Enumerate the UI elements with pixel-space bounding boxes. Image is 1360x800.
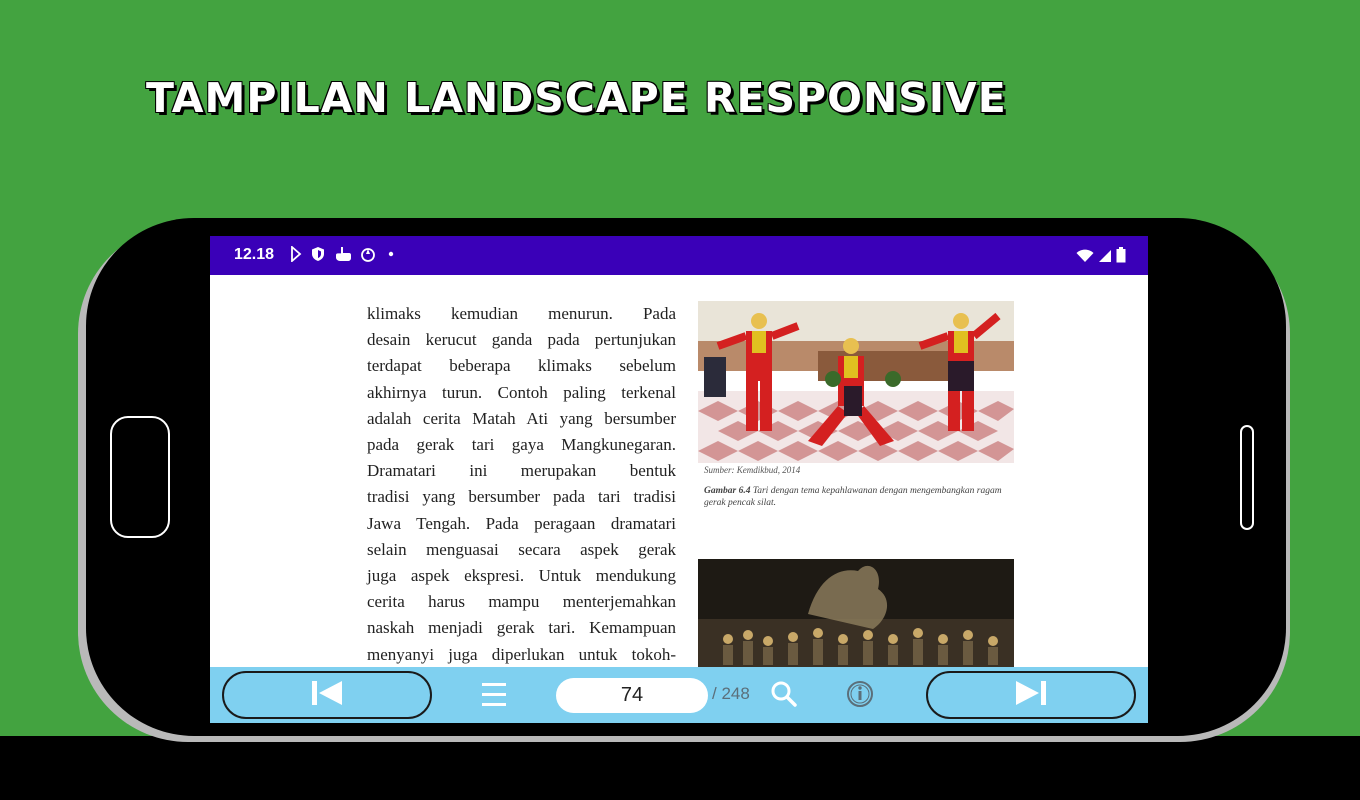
text-line: juga aspek ekspresi. Untuk mendukung bbox=[367, 566, 676, 586]
figure-caption-label: Gambar 6.4 bbox=[704, 486, 751, 496]
figure-source: Sumber: Kemdikbud, 2014 bbox=[704, 465, 801, 475]
search-icon[interactable] bbox=[770, 680, 798, 712]
text-line: adalah cerita Matah Ati yang bersumber bbox=[367, 408, 676, 428]
reader-page[interactable]: klimaks kemudian menurun. Pada desain ke… bbox=[210, 275, 1148, 669]
text-line: desain kerucut ganda pada pertunjukan bbox=[367, 330, 676, 350]
stage-performance-photo bbox=[698, 559, 1014, 669]
phone-screen: 12.18 klimaks kemudian menurun. Pada des… bbox=[210, 236, 1148, 723]
menu-icon[interactable] bbox=[482, 682, 506, 712]
skip-next-icon bbox=[1014, 679, 1048, 711]
text-line: Jawa Tengah. Pada peragaan dramatari bbox=[367, 513, 676, 533]
text-line: klimaks kemudian menurun. Pada bbox=[367, 304, 676, 323]
text-line: terdapat beberapa klimaks sebelum bbox=[367, 356, 676, 376]
text-line: tradisi yang bersumber pada tari tradisi bbox=[367, 487, 676, 507]
status-bar: 12.18 bbox=[210, 236, 1148, 275]
page-number-input[interactable] bbox=[556, 678, 708, 713]
phone-side-button bbox=[1240, 425, 1254, 530]
text-line: akhirnya turun. Contoh paling terkenal bbox=[367, 382, 676, 402]
play-store-notification-icon bbox=[290, 245, 302, 266]
text-line: menyanyi juga diperlukan untuk tokoh- bbox=[367, 644, 676, 664]
text-line: pada gerak tari gaya Mangkunegaran. bbox=[367, 435, 676, 455]
reader-toolbar: / 248 bbox=[210, 667, 1148, 723]
text-line: selain menguasai secara aspek gerak bbox=[367, 539, 676, 559]
bottom-band bbox=[0, 736, 1360, 800]
page-headline: TAMPILAN LANDSCAPE RESPONSIVE bbox=[146, 74, 1007, 122]
dance-photo bbox=[698, 301, 1014, 463]
skip-previous-icon bbox=[310, 679, 344, 711]
next-page-button[interactable] bbox=[926, 671, 1136, 719]
phone-home-button bbox=[110, 416, 170, 538]
dot-icon bbox=[384, 246, 398, 266]
status-system-icons bbox=[1076, 247, 1126, 267]
figure-caption: Gambar 6.4 Tari dengan tema kepahlawanan… bbox=[704, 485, 1004, 509]
shield-icon bbox=[310, 246, 326, 266]
previous-page-button[interactable] bbox=[222, 671, 432, 719]
wifi-icon bbox=[1076, 248, 1094, 267]
text-line: naskah menjadi gerak tari. Kemampuan bbox=[367, 618, 676, 638]
hand-pointer-icon bbox=[334, 246, 352, 266]
text-line: cerita harus mampu menterjemahkan bbox=[367, 592, 676, 612]
status-time: 12.18 bbox=[234, 246, 275, 263]
info-icon[interactable] bbox=[846, 680, 874, 712]
battery-icon bbox=[1116, 247, 1126, 267]
status-notification-icons bbox=[290, 245, 398, 266]
text-line: Dramatari ini merupakan bentuk bbox=[367, 461, 676, 481]
page-body-text: klimaks kemudian menurun. Pada desain ke… bbox=[367, 301, 676, 668]
app-notification-icon bbox=[360, 246, 376, 266]
page-total: / 248 bbox=[712, 684, 750, 703]
cell-signal-icon bbox=[1098, 248, 1112, 267]
